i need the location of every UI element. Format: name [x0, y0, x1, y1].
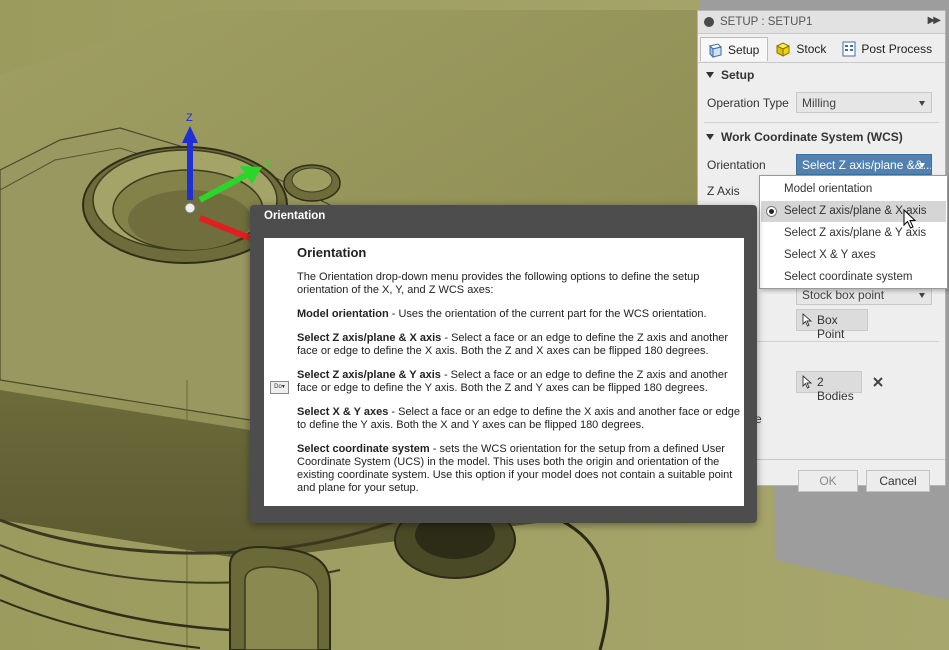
option-term: Select Z axis/plane & X axis [297, 332, 442, 344]
tooltip-thumbnail: Do▾ [270, 381, 289, 394]
chevron-down-icon [919, 163, 925, 168]
dropdown-item-z-axis-y-axis[interactable]: Select Z axis/plane & Y axis [761, 223, 946, 244]
dropdown-item-model-orientation[interactable]: Model orientation [761, 179, 946, 200]
tab-post-process-label: Post Process [861, 42, 933, 56]
select-cursor-icon [802, 375, 813, 389]
triad-z-label: Z [186, 112, 193, 124]
setup-section-header[interactable]: Setup [698, 61, 754, 82]
post-process-icon [842, 41, 856, 57]
z-axis-label: Z Axis [707, 184, 740, 198]
operation-type-value: Milling [802, 96, 837, 110]
setup-section-title: Setup [721, 68, 755, 82]
panel-title-bar[interactable]: SETUP : SETUP1 ▶▶ [698, 11, 945, 34]
panel-title: SETUP : SETUP1 [720, 16, 813, 28]
clear-selection-icon[interactable] [872, 376, 884, 388]
tab-stock[interactable]: Stock [768, 37, 835, 61]
tooltip-title: Orientation [264, 210, 326, 222]
tab-setup-label: Setup [728, 42, 760, 57]
tooltip-option: Model orientation - Uses the orientation… [297, 308, 740, 321]
orientation-select[interactable]: Select Z axis/plane &&... [796, 154, 932, 175]
option-term: Select Z axis/plane & Y axis [297, 369, 441, 381]
dropdown-item-z-axis-x-axis[interactable]: Select Z axis/plane & X axis [761, 201, 946, 222]
wcs-section-header[interactable]: Work Coordinate System (WCS) [698, 123, 903, 144]
orientation-label: Orientation [707, 158, 766, 172]
box-point-label: Box Point [817, 313, 845, 341]
tooltip-content: Orientation The Orientation drop-down me… [297, 238, 740, 506]
ok-button[interactable]: OK [798, 470, 858, 492]
orientation-tooltip: Orientation Do▾ Orientation The Orientat… [250, 205, 757, 523]
option-term: Select coordinate system [297, 443, 430, 455]
orientation-dropdown-list: Model orientation Select Z axis/plane & … [759, 175, 948, 289]
chevron-down-icon [919, 293, 925, 298]
stock-cube-icon [776, 42, 791, 57]
expand-icon[interactable]: ▶▶ [928, 15, 941, 26]
operation-type-label: Operation Type [707, 96, 789, 110]
tooltip-option: Select X & Y axes - Select a face or an … [297, 406, 740, 432]
chevron-down-icon [919, 101, 925, 106]
dropdown-item-label: Select coordinate system [784, 271, 913, 283]
dropdown-item-label: Model orientation [784, 183, 873, 195]
tooltip-body: Do▾ Orientation The Orientation drop-dow… [264, 238, 744, 506]
tab-stock-label: Stock [796, 42, 827, 56]
tooltip-heading: Orientation [297, 245, 367, 260]
panel-tabs: Setup Stock Post Process [698, 34, 945, 63]
wcs-section-title: Work Coordinate System (WCS) [721, 130, 903, 144]
tab-post-process[interactable]: Post Process [835, 37, 941, 61]
box-point-button[interactable]: Box Point [796, 309, 868, 341]
setup-icon [709, 42, 722, 58]
mouse-pointer-icon [903, 209, 917, 229]
dropdown-item-label: Select X & Y axes [784, 249, 876, 261]
tab-setup[interactable]: Setup [700, 37, 769, 61]
bodies-label: 2 Bodies [817, 375, 854, 403]
select-cursor-icon [802, 313, 813, 327]
option-desc: - Uses the orientation of the current pa… [388, 308, 707, 320]
option-term: Select X & Y axes [297, 406, 389, 418]
operation-type-select[interactable]: Milling [796, 92, 932, 113]
orientation-value: Select Z axis/plane &&... [802, 158, 932, 172]
panel-close-icon[interactable] [704, 17, 714, 27]
tooltip-intro: The Orientation drop-down menu provides … [297, 271, 700, 296]
tooltip-option: Select Z axis/plane & X axis - Select a … [297, 332, 740, 358]
origin-value: Stock box point [802, 288, 885, 302]
dropdown-item-x-y-axes[interactable]: Select X & Y axes [761, 245, 946, 266]
cancel-button[interactable]: Cancel [866, 470, 930, 492]
dropdown-item-coordinate-system[interactable]: Select coordinate system [761, 267, 946, 288]
tooltip-option: Select coordinate system - sets the WCS … [297, 443, 740, 495]
thumbnail-label: Do [274, 384, 282, 390]
option-term: Model orientation [297, 308, 389, 320]
collapse-triangle-icon [706, 72, 714, 78]
tooltip-option: Select Z axis/plane & Y axis - Select a … [297, 369, 740, 395]
triad-y-label: Y [265, 159, 272, 170]
radio-selected-icon [766, 206, 777, 217]
bodies-button[interactable]: 2 Bodies [796, 371, 862, 403]
collapse-triangle-icon [706, 134, 714, 140]
